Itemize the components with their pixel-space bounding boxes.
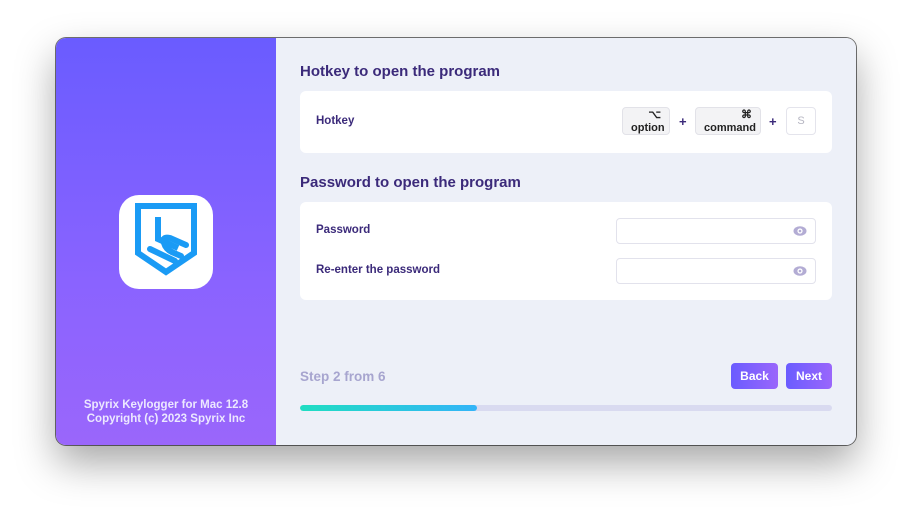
back-button[interactable]: Back [731,363,778,389]
step-indicator: Step 2 from 6 [300,369,386,384]
eye-icon[interactable] [793,225,807,237]
option-icon: ⌥ [648,109,661,121]
command-key[interactable]: ⌘ command [695,107,761,135]
password-heading: Password to open the program [300,174,521,191]
password-label: Password [316,224,371,236]
next-button[interactable]: Next [786,363,832,389]
progress-fill [300,405,478,411]
installer-window: Spyrix Keylogger for Mac 12.8 Copyright … [56,38,856,445]
shield-s-icon [135,203,197,276]
command-icon: ⌘ [741,109,752,121]
reenter-password-label: Re-enter the password [316,264,440,276]
password-input[interactable] [616,218,816,244]
hotkey-card: Hotkey ⌥ option + ⌘ command + S [300,91,832,153]
plus-sign: + [679,114,687,129]
password-card: Password Re-enter the password [300,202,832,300]
product-version: Spyrix Keylogger for Mac 12.8 [83,399,249,411]
hotkey-label: Hotkey [316,115,355,127]
progress-bar [300,405,832,411]
app-logo [119,195,213,289]
eye-icon[interactable] [793,265,807,277]
sidebar: Spyrix Keylogger for Mac 12.8 Copyright … [56,38,276,445]
hotkey-heading: Hotkey to open the program [300,63,501,80]
credits: Spyrix Keylogger for Mac 12.8 Copyright … [56,398,276,426]
option-key[interactable]: ⌥ option [622,107,670,135]
main-panel: Hotkey to open the program Hotkey ⌥ opti… [276,38,856,445]
reenter-password-input[interactable] [616,258,816,284]
letter-key-input[interactable]: S [786,107,816,135]
plus-sign: + [769,114,777,129]
copyright: Copyright (c) 2023 Spyrix Inc [86,413,246,425]
